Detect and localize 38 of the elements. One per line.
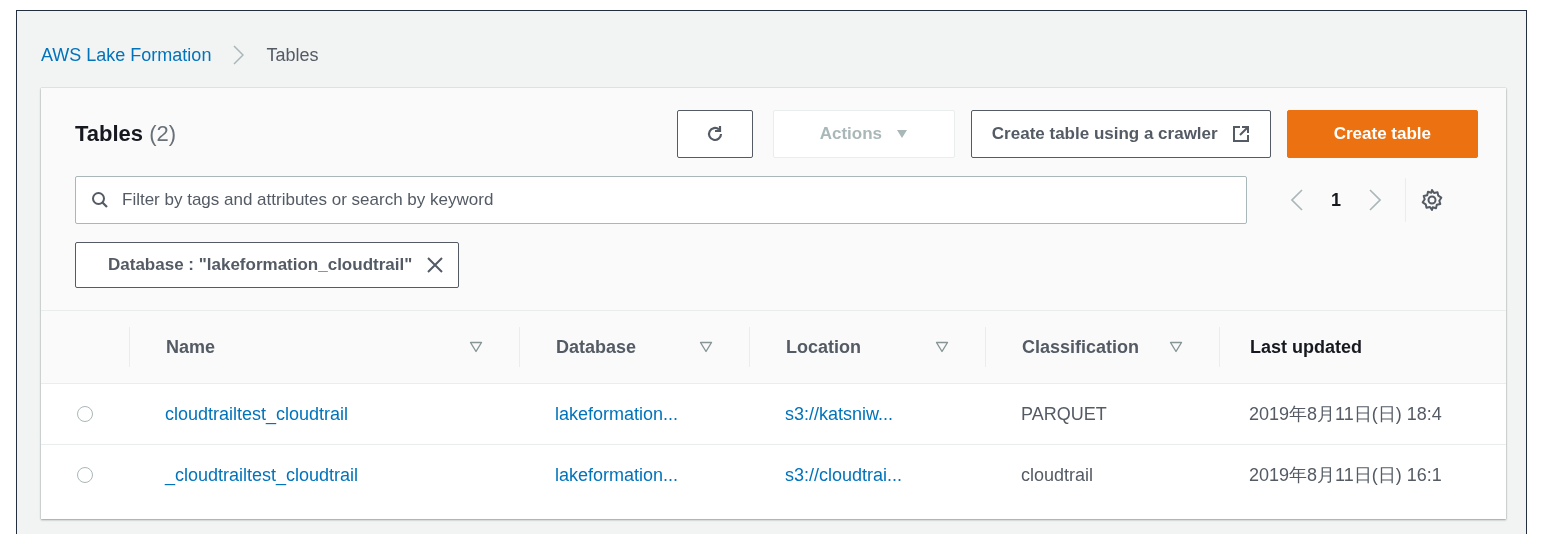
table-link[interactable]: s3://cloudtrai... [785, 464, 903, 485]
sort-icon[interactable] [935, 341, 949, 353]
chevron-right-icon [233, 45, 245, 65]
table-link[interactable]: lakeformation... [555, 464, 679, 485]
external-link-icon [1231, 125, 1250, 143]
column-header[interactable]: Database [556, 336, 637, 358]
table-link[interactable]: cloudtrailtest_cloudtrail [165, 403, 349, 424]
caret-icon [896, 129, 908, 139]
row-radio-button[interactable] [77, 406, 93, 422]
sort-icon[interactable] [469, 341, 483, 353]
refresh-button[interactable] [676, 110, 753, 158]
sort-icon[interactable] [1169, 341, 1183, 353]
page-number[interactable]: 1 [1331, 189, 1341, 211]
column-header[interactable]: Location [786, 336, 861, 358]
table-cell: 2019年8月11日(日) 16:1 [1249, 465, 1442, 485]
panel-title: Tables (2) [75, 121, 178, 147]
next-page-icon[interactable] [1369, 189, 1381, 211]
table-cell: cloudtrail [1021, 464, 1094, 485]
column-header[interactable]: Name [166, 336, 216, 358]
table-link[interactable]: _cloudtrailtest_cloudtrail [165, 464, 359, 485]
table-cell: PARQUET [1021, 403, 1107, 424]
create-table-button[interactable]: Create table [1286, 110, 1478, 158]
previous-page-icon[interactable] [1291, 189, 1303, 211]
table-cell: 2019年8月11日(日) 18:4 [1249, 404, 1442, 424]
create-with-crawler-button[interactable]: Create table using a crawler [970, 110, 1271, 158]
filter-token-label: Database : "lakeformation_cloudtrail" [108, 255, 413, 275]
close-icon[interactable] [426, 256, 445, 274]
breadcrumb-link[interactable]: AWS Lake Formation [41, 44, 212, 66]
column-header[interactable]: Classification [1022, 336, 1140, 358]
search-field[interactable]: Filter by tags and attributes or search by keyword [75, 176, 1247, 224]
sort-icon[interactable] [699, 341, 713, 353]
settings-icon[interactable] [1420, 188, 1444, 212]
table-link[interactable]: lakeformation... [555, 403, 679, 424]
search-icon [91, 191, 109, 209]
breadcrumb-current: Tables [266, 44, 319, 66]
row-radio-button[interactable] [77, 467, 93, 483]
column-header: Last updated [1250, 336, 1362, 358]
table-link[interactable]: s3://katsniw... [785, 403, 894, 424]
